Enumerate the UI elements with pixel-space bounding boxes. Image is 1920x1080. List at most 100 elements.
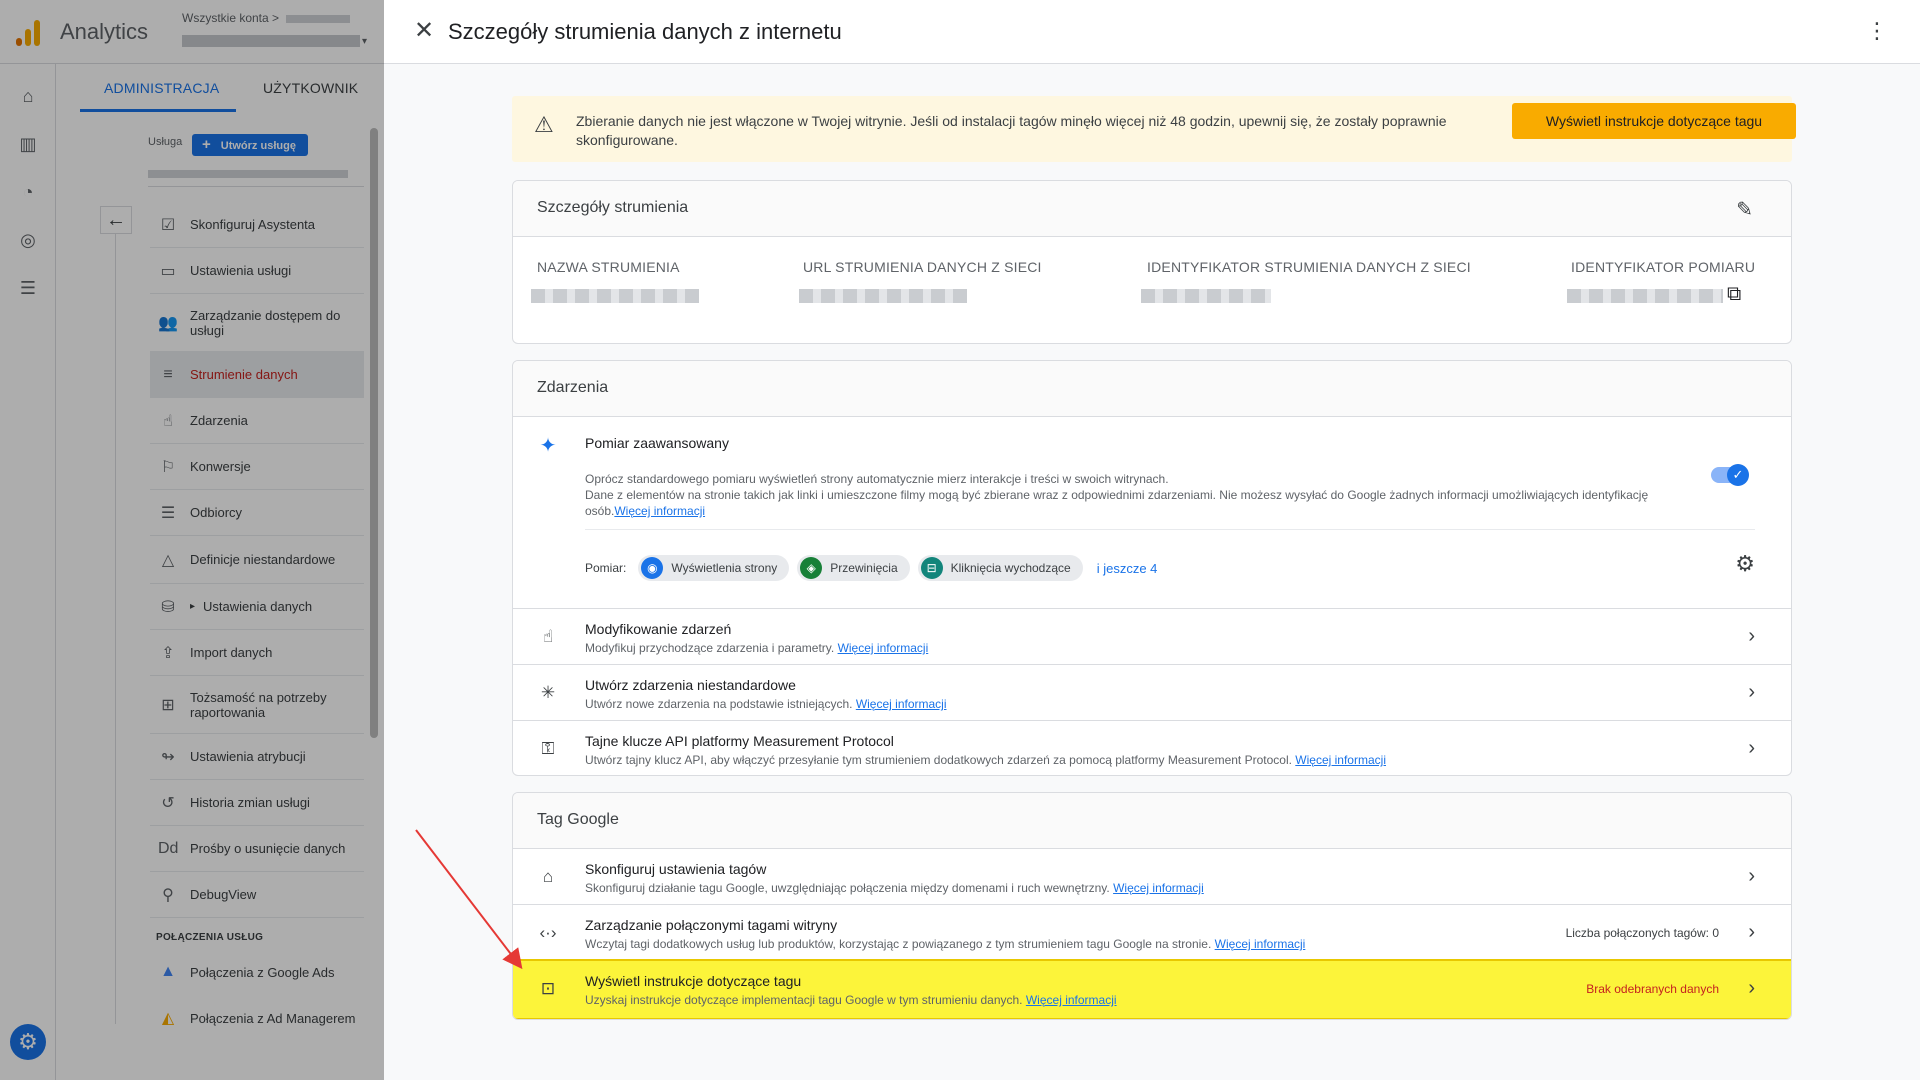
- row-desc: Skonfiguruj działanie tagu Google, uwzgl…: [585, 880, 1204, 896]
- more-info-link[interactable]: Więcej informacji: [1215, 937, 1306, 951]
- top-bar: Analytics Wszystkie konta > ▾: [0, 0, 384, 64]
- more-info-link[interactable]: Więcej informacji: [838, 641, 929, 655]
- nav-item-definicje-niestandardowe[interactable]: △ Definicje niestandardowe: [150, 536, 364, 584]
- redacted-account: [286, 14, 351, 23]
- view-tag-instructions-button[interactable]: Wyświetl instrukcje dotyczące tagu: [1512, 103, 1796, 139]
- tab-administracja[interactable]: ADMINISTRACJA: [104, 80, 219, 96]
- account-breadcrumb[interactable]: Wszystkie konta >: [182, 11, 351, 25]
- redacted-property-name[interactable]: [182, 35, 360, 47]
- redacted-measurement-id: [1567, 289, 1723, 303]
- eye-icon: ◉: [641, 557, 664, 579]
- admin-gear-icon[interactable]: ⚙: [10, 1024, 46, 1060]
- chip-page-views[interactable]: ◉ Wyświetlenia strony: [638, 555, 790, 581]
- row-status: Liczba połączonych tagów: 0: [1565, 926, 1719, 940]
- chevron-right-icon[interactable]: ›: [1748, 865, 1755, 888]
- config-row[interactable]: ⊡ Wyświetl instrukcje dotyczące tagu Uzysk…: [513, 959, 1791, 1019]
- chevron-right-icon[interactable]: ›: [1748, 977, 1755, 1000]
- app-name: Analytics: [60, 19, 149, 44]
- admin-tabs: ADMINISTRACJA UŻYTKOWNIK: [80, 64, 384, 112]
- nav-item-skonfiguruj-asystenta[interactable]: ☑ Skonfiguruj Asystenta: [150, 202, 364, 248]
- more-info-link[interactable]: Więcej informacji: [1295, 753, 1386, 767]
- left-rail: ⌂ ▥ ◔ ◎ ☰ ⚙: [0, 64, 56, 1080]
- nav-item-prośby-o-usunięcie-danych[interactable]: Dd Prośby o usunięcie danych: [150, 826, 364, 872]
- configure-icon[interactable]: ☰: [18, 278, 38, 298]
- row-title: Tajne klucze API platformy Measurement P…: [585, 733, 894, 749]
- nav-label: Import danych: [190, 645, 273, 660]
- panel-title: Szczegóły strumienia danych z internetu: [448, 19, 842, 44]
- row-desc: Modyfikuj przychodzące zdarzenia i param…: [585, 640, 928, 656]
- more-measurements-link[interactable]: i jeszcze 4: [1097, 561, 1158, 576]
- active-tab-indicator: [80, 109, 236, 112]
- nav-label: Odbiorcy: [190, 505, 243, 520]
- nav-item-historia-zmian-usługi[interactable]: ↺ Historia zmian usługi: [150, 780, 364, 826]
- chevron-right-icon[interactable]: ›: [1748, 737, 1755, 760]
- plus-icon: +: [202, 136, 211, 153]
- measurement-id-label: IDENTYFIKATOR POMIARU: [1571, 259, 1756, 275]
- row-desc: Utwórz tajny klucz API, aby włączyć prze…: [585, 752, 1386, 768]
- nav-item-strumienie-danych[interactable]: ≡ Strumienie danych: [150, 352, 364, 398]
- google-tag-card: Tag Google ⌂ Skonfiguruj ustawienia tagów…: [512, 792, 1792, 1020]
- account-crumb-label: Wszystkie konta: [182, 11, 269, 25]
- nav-item-link[interactable]: ◭ Połączenia z Ad Managerem: [150, 995, 364, 1041]
- nav-item-debugview[interactable]: ⚲ DebugView: [150, 872, 364, 918]
- chip-scrolls[interactable]: ◈ Przewinięcia: [797, 555, 910, 581]
- stream-details-card: Szczegóły strumienia ✎ NAZWA STRUMIENIA …: [512, 180, 1792, 344]
- chip-label: Przewinięcia: [830, 561, 898, 575]
- stream-details-header: Szczegóły strumienia ✎: [513, 181, 1791, 237]
- warning-banner: ⚠ Zbieranie danych nie jest włączone w T…: [512, 96, 1796, 162]
- settings-gear-icon[interactable]: ⚙: [1735, 551, 1755, 577]
- more-info-link[interactable]: Więcej informacji: [1026, 993, 1117, 1007]
- advertising-icon[interactable]: ◎: [18, 230, 38, 250]
- reports-icon[interactable]: ▥: [18, 134, 38, 154]
- chip-outbound-clicks[interactable]: ⊟ Kliknięcia wychodzące: [917, 555, 1083, 581]
- enhanced-measurement-desc: Oprócz standardowego pomiaru wyświetleń …: [585, 471, 1715, 519]
- explore-icon[interactable]: ◔: [18, 182, 38, 202]
- row-desc: Wczytaj tagi dodatkowych usług lub produ…: [585, 936, 1305, 952]
- close-icon[interactable]: ✕: [414, 18, 434, 44]
- row-icon: ☝: [542, 627, 554, 646]
- config-row[interactable]: ☝ Modyfikowanie zdarzeń Modyfikuj przychod…: [513, 609, 1791, 665]
- copy-icon[interactable]: ⧉: [1727, 283, 1741, 306]
- nav-item-ustawienia-danych[interactable]: ⛁ ▸ Ustawienia danych: [150, 584, 364, 630]
- property-dropdown-icon[interactable]: ▾: [362, 36, 367, 47]
- enhanced-measurement-toggle[interactable]: ✓: [1711, 464, 1749, 486]
- chip-label: Kliknięcia wychodzące: [950, 561, 1071, 575]
- config-row[interactable]: ⌂ Skonfiguruj ustawienia tagów Skonfiguruj…: [513, 849, 1791, 905]
- chevron-right-icon[interactable]: ›: [1748, 921, 1755, 944]
- scrollbar[interactable]: [370, 128, 378, 738]
- config-row[interactable]: ‹·› Zarządzanie połączonymi tagami witryn…: [513, 905, 1791, 961]
- chevron-right-icon[interactable]: ›: [1748, 625, 1755, 648]
- tag-rows: ⌂ Skonfiguruj ustawienia tagów Skonfiguruj…: [513, 849, 1791, 1019]
- nav-item-zdarzenia[interactable]: ☝ Zdarzenia: [150, 398, 364, 444]
- expand-icon[interactable]: ▸: [190, 601, 195, 612]
- config-row[interactable]: ⚿ Tajne klucze API platformy Measurement …: [513, 721, 1791, 775]
- enhanced-measurement-row: ✦ Pomiar zaawansowany Oprócz standardowe…: [513, 417, 1791, 609]
- edit-pencil-icon[interactable]: ✎: [1736, 197, 1753, 222]
- nav-item-ustawienia-usługi[interactable]: ▭ Ustawienia usługi: [150, 248, 364, 294]
- nav-label: Ustawienia atrybucji: [190, 749, 306, 764]
- nav-icon: ▭: [160, 262, 176, 280]
- nav-item-konwersje[interactable]: ⚐ Konwersje: [150, 444, 364, 490]
- more-info-link[interactable]: Więcej informacji: [614, 504, 705, 518]
- home-icon[interactable]: ⌂: [18, 86, 38, 106]
- config-row[interactable]: ✳ Utwórz zdarzenia niestandardowe Utwórz n…: [513, 665, 1791, 721]
- nav-item-import-danych[interactable]: ⇪ Import danych: [150, 630, 364, 676]
- section-title: POŁĄCZENIA USŁUG: [156, 932, 264, 943]
- row-desc: Utwórz nowe zdarzenia na podstawie istni…: [585, 696, 947, 712]
- nav-item-ustawienia-atrybucji[interactable]: ↬ Ustawienia atrybucji: [150, 734, 364, 780]
- row-title: Wyświetl instrukcje dotyczące tagu: [585, 973, 802, 989]
- more-info-link[interactable]: Więcej informacji: [856, 697, 947, 711]
- more-info-link[interactable]: Więcej informacji: [1113, 881, 1204, 895]
- nav-item-zarządzanie-dostępem-do-usługi[interactable]: 👥 Zarządzanie dostępem do usługi: [150, 294, 364, 352]
- back-arrow-icon[interactable]: ←: [100, 206, 132, 234]
- measurement-chips: Pomiar: ◉ Wyświetlenia strony ◈ Przewinięc…: [585, 555, 1157, 581]
- tab-uzytkownik[interactable]: UŻYTKOWNIK: [263, 80, 358, 96]
- chevron-right-icon[interactable]: ›: [1748, 681, 1755, 704]
- events-card: Zdarzenia ✦ Pomiar zaawansowany Oprócz s…: [512, 360, 1792, 776]
- more-options-icon[interactable]: ⋮: [1866, 18, 1888, 44]
- nav-item-tożsamość-na-potrzeby-raportowania[interactable]: ⊞ Tożsamość na potrzeby raportowania: [150, 676, 364, 734]
- create-service-button[interactable]: + Utwórz usługę: [192, 134, 308, 156]
- nav-item-link[interactable]: ▲ Połączenia z Google Ads: [150, 949, 364, 995]
- nav-item-odbiorcy[interactable]: ☰ Odbiorcy: [150, 490, 364, 536]
- row-desc-text: Skonfiguruj działanie tagu Google, uwzgl…: [585, 881, 1110, 895]
